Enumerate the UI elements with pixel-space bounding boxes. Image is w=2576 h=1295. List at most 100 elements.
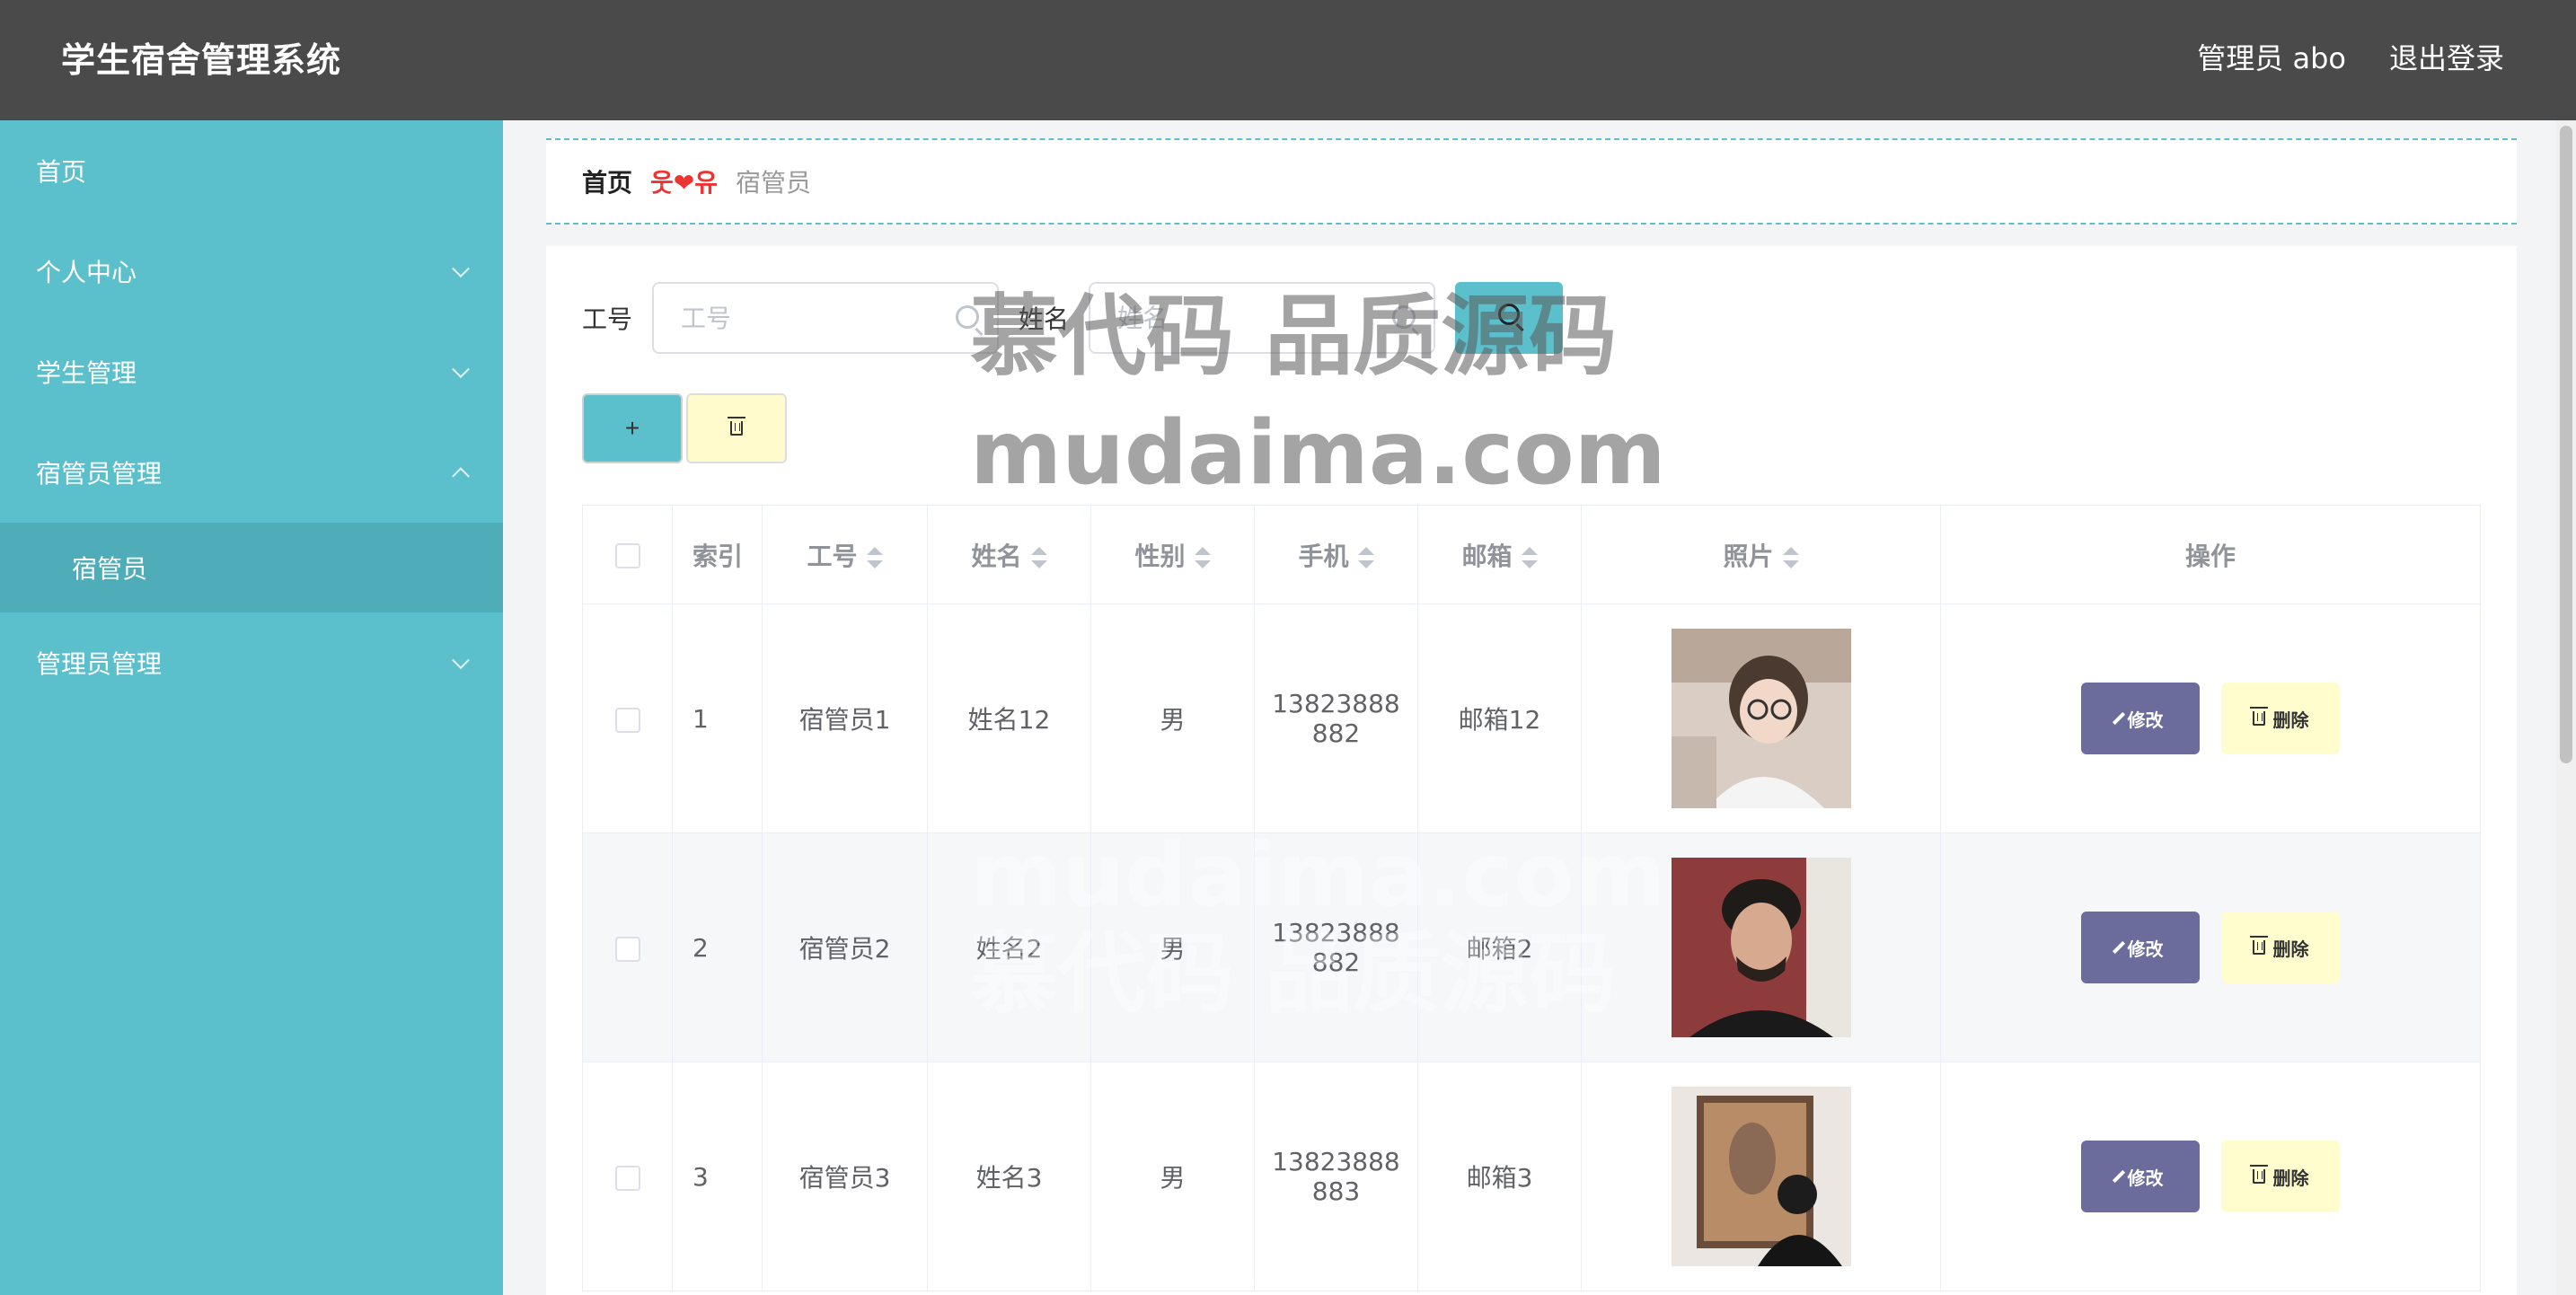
column-header-name[interactable]: 姓名 — [927, 505, 1091, 604]
sort-icon[interactable] — [1782, 546, 1799, 568]
cell-index: 1 — [672, 603, 763, 833]
cell-name: 姓名12 — [927, 603, 1091, 833]
table-header-row: 索引 工号 姓名 性别 手机 邮箱 照片 操作 — [582, 505, 2481, 604]
sidebar-item-label: 首页 — [36, 157, 87, 187]
sidebar-item-label: 宿管员管理 — [36, 459, 163, 489]
name-input-wrapper — [1089, 282, 1436, 354]
table-row: 2 宿管员2 姓名2 男 13823888 882 邮箱2 修改 删除 — [582, 832, 2481, 1062]
column-header-email[interactable]: 邮箱 — [1417, 505, 1582, 604]
trash-icon — [2250, 936, 2269, 955]
cell-phone: 13823888 882 — [1254, 603, 1418, 833]
column-header-photo[interactable]: 照片 — [1581, 505, 1941, 604]
trash-icon — [728, 417, 745, 436]
name-input[interactable] — [1089, 282, 1436, 354]
column-header-phone[interactable]: 手机 — [1254, 505, 1418, 604]
select-all-checkbox[interactable] — [614, 543, 640, 568]
delete-button-label: 删除 — [2272, 938, 2309, 960]
breadcrumb-separator: 웃❤유 — [650, 168, 718, 198]
logout-button[interactable]: 退出登录 — [2389, 36, 2504, 77]
phone-part: 882 — [1311, 947, 1361, 977]
sort-icon[interactable] — [1357, 546, 1374, 568]
page-scrollbar[interactable] — [2556, 120, 2576, 1295]
column-header-job-no[interactable]: 工号 — [762, 505, 928, 604]
chevron-down-icon — [452, 360, 470, 379]
edit-button[interactable]: 修改 — [2080, 683, 2200, 754]
batch-delete-button[interactable] — [686, 393, 787, 463]
row-select-cell — [582, 1062, 673, 1291]
cell-job-no: 宿管员1 — [762, 603, 928, 833]
column-header-operations: 操作 — [1940, 505, 2481, 604]
cell-job-no: 宿管员2 — [762, 832, 928, 1062]
delete-button[interactable]: 删除 — [2221, 1141, 2341, 1212]
cell-phone: 13823888 883 — [1254, 1062, 1418, 1291]
sidebar-item-label: 学生管理 — [36, 358, 137, 388]
cell-operations: 修改 删除 — [1940, 603, 2481, 833]
sidebar-item-admin-management[interactable]: 管理员管理 — [0, 612, 503, 713]
sidebar-item-dorm-manager-management[interactable]: 宿管员管理 — [0, 422, 503, 523]
edit-button[interactable]: 修改 — [2080, 1141, 2200, 1212]
cell-name: 姓名3 — [927, 1062, 1091, 1291]
trash-icon — [2250, 707, 2269, 726]
column-header-label: 性别 — [1134, 541, 1186, 571]
search-icon — [1392, 305, 1416, 329]
column-header-gender[interactable]: 性别 — [1090, 505, 1255, 604]
action-bar: + — [582, 393, 787, 463]
scrollbar-thumb[interactable] — [2560, 126, 2572, 763]
chevron-down-icon — [452, 260, 470, 278]
sidebar-item-label: 个人中心 — [36, 258, 137, 287]
row-checkbox[interactable] — [614, 707, 640, 733]
cell-operations: 修改 删除 — [1940, 1062, 2481, 1291]
sort-icon[interactable] — [1194, 546, 1211, 568]
sidebar-item-label: 管理员管理 — [36, 649, 163, 679]
phone-part: 883 — [1311, 1176, 1361, 1206]
delete-button[interactable]: 删除 — [2221, 683, 2341, 754]
table-row: 3 宿管员3 姓名3 男 13823888 883 邮箱3 修改 删除 — [582, 1062, 2481, 1291]
dorm-manager-table: 索引 工号 姓名 性别 手机 邮箱 照片 操作 1 宿管员1 姓名12 男 13… — [582, 505, 2481, 1291]
search-button[interactable] — [1455, 282, 1564, 354]
row-checkbox[interactable] — [614, 936, 640, 962]
sidebar-item-home[interactable]: 首页 — [0, 120, 503, 221]
search-icon — [956, 305, 980, 329]
column-header-label: 邮箱 — [1461, 541, 1513, 571]
cell-phone: 13823888 882 — [1254, 832, 1418, 1062]
cell-email: 邮箱2 — [1417, 832, 1582, 1062]
sort-icon[interactable] — [1030, 546, 1047, 568]
sidebar-item-personal-center[interactable]: 个人中心 — [0, 221, 503, 322]
avatar-girl-glasses-photo[interactable] — [1671, 629, 1851, 808]
cell-operations: 修改 删除 — [1940, 832, 2481, 1062]
cell-gender: 男 — [1090, 832, 1255, 1062]
add-button[interactable]: + — [582, 393, 683, 463]
edit-button-label: 修改 — [2127, 709, 2164, 731]
delete-button-label: 删除 — [2272, 1167, 2309, 1189]
sidebar-item-student-management[interactable]: 学生管理 — [0, 322, 503, 422]
row-checkbox[interactable] — [614, 1165, 640, 1191]
edit-icon — [2112, 1169, 2125, 1184]
avatar-man-gallery-photo[interactable] — [1671, 1087, 1851, 1266]
cell-photo — [1581, 832, 1941, 1062]
edit-button-label: 修改 — [2127, 938, 2164, 960]
search-icon — [1498, 304, 1521, 325]
sidebar-subitem-dorm-manager[interactable]: 宿管员 — [0, 523, 503, 612]
phone-part: 13823888 — [1272, 689, 1400, 718]
edit-icon — [2112, 940, 2125, 955]
delete-button[interactable]: 删除 — [2221, 912, 2341, 983]
job-no-input-wrapper — [652, 282, 1000, 354]
sort-icon[interactable] — [866, 546, 883, 568]
table-row: 1 宿管员1 姓名12 男 13823888 882 邮箱12 修改 删除 — [582, 603, 2481, 833]
chevron-up-icon — [452, 467, 470, 486]
column-header-label: 工号 — [807, 541, 858, 571]
column-header-label: 照片 — [1723, 541, 1774, 571]
row-select-cell — [582, 603, 673, 833]
cell-email: 邮箱12 — [1417, 603, 1582, 833]
admin-user-label[interactable]: 管理员 abo — [2197, 36, 2346, 77]
edit-button[interactable]: 修改 — [2080, 912, 2200, 983]
cell-photo — [1581, 603, 1941, 833]
app-title: 学生宿舍管理系统 — [61, 40, 342, 80]
search-bar: 工号 姓名 — [582, 282, 1564, 354]
breadcrumb-current: 宿管员 — [736, 168, 812, 198]
sort-icon[interactable] — [1521, 546, 1538, 568]
avatar-man-portrait-photo[interactable] — [1671, 858, 1851, 1037]
select-all-header — [582, 505, 673, 604]
breadcrumb-home[interactable]: 首页 — [582, 163, 632, 199]
job-no-input[interactable] — [652, 282, 1000, 354]
